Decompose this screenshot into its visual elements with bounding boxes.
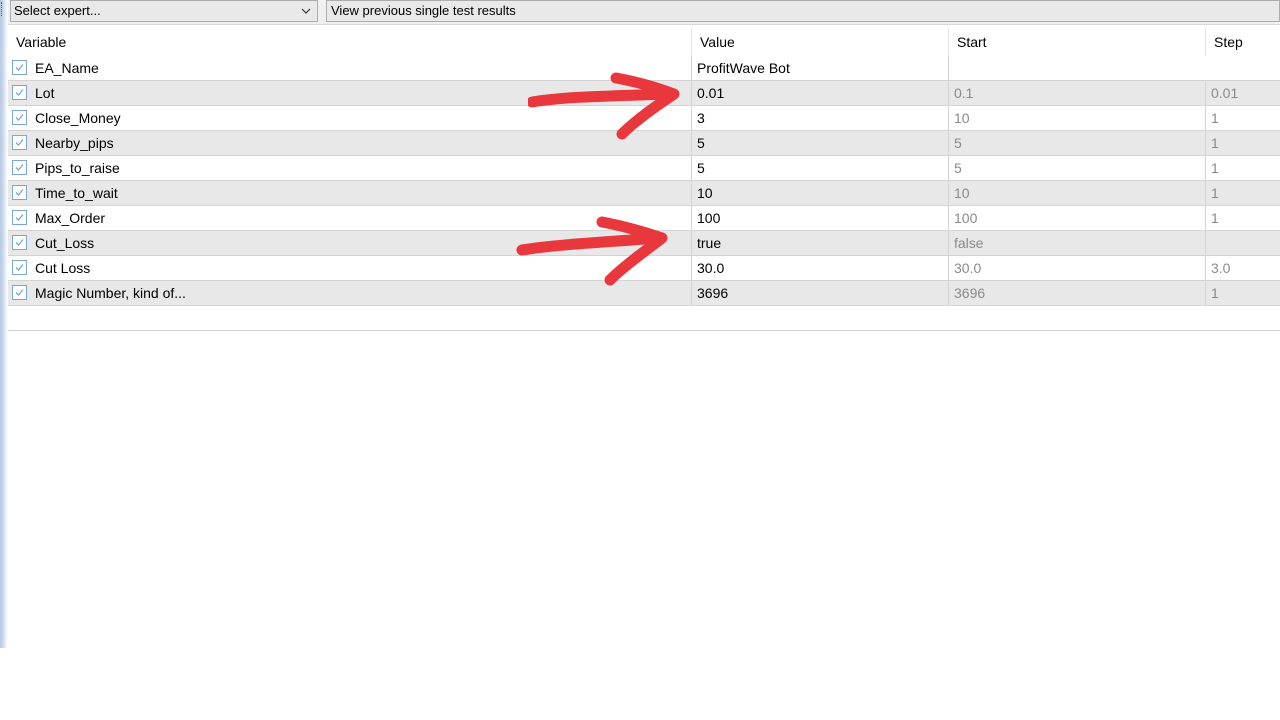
step-cell[interactable]: 1: [1206, 131, 1280, 155]
variable-cell[interactable]: Cut_Loss: [8, 231, 692, 255]
expert-select[interactable]: Select expert...: [10, 0, 318, 22]
table-row[interactable]: Cut Loss 30.0 30.0 3.0: [8, 256, 1280, 281]
table-row[interactable]: Time_to_wait 10 10 1: [8, 181, 1280, 206]
step-cell[interactable]: 1: [1206, 181, 1280, 205]
variable-name: Pips_to_raise: [35, 160, 120, 176]
variable-name: Max_Order: [35, 210, 106, 226]
variable-name: Cut Loss: [35, 260, 91, 276]
row-checkbox[interactable]: [12, 160, 27, 175]
start-cell[interactable]: 100: [949, 206, 1206, 230]
table-row[interactable]: Close_Money 3 10 1: [8, 106, 1280, 131]
column-header-variable[interactable]: Variable: [8, 28, 692, 56]
variable-cell[interactable]: Nearby_pips: [8, 131, 692, 155]
variable-cell[interactable]: Cut Loss: [8, 256, 692, 280]
table-row[interactable]: Magic Number, kind of... 3696 3696 1: [8, 281, 1280, 306]
view-previous-results-label: View previous single test results: [331, 3, 516, 18]
value-cell[interactable]: 10: [692, 181, 949, 205]
variable-cell[interactable]: Lot: [8, 81, 692, 105]
table-row[interactable]: EA_Name ProfitWave Bot: [8, 56, 1280, 81]
variable-name: Magic Number, kind of...: [35, 285, 186, 301]
tester-toolbar: Select expert... View previous single te…: [8, 0, 1280, 25]
value-cell[interactable]: 0.01: [692, 81, 949, 105]
variable-cell[interactable]: Close_Money: [8, 106, 692, 130]
row-checkbox[interactable]: [12, 285, 27, 300]
start-cell[interactable]: 5: [949, 156, 1206, 180]
value-cell[interactable]: 100: [692, 206, 949, 230]
variable-name: Close_Money: [35, 110, 121, 126]
step-cell[interactable]: 0.01: [1206, 81, 1280, 105]
variable-cell[interactable]: EA_Name: [8, 56, 692, 80]
row-checkbox[interactable]: [12, 110, 27, 125]
variable-name: Cut_Loss: [35, 235, 95, 251]
expert-select-label: Select expert...: [14, 3, 101, 18]
view-previous-results-button[interactable]: View previous single test results: [326, 0, 1280, 22]
step-cell[interactable]: 1: [1206, 206, 1280, 230]
variable-name: Lot: [35, 85, 55, 101]
row-checkbox[interactable]: [12, 235, 27, 250]
start-cell[interactable]: [949, 56, 1206, 80]
grid-header: Variable Value Start Step: [8, 28, 1280, 56]
variable-name: Time_to_wait: [35, 185, 118, 201]
step-cell[interactable]: 3.0: [1206, 256, 1280, 280]
column-header-start[interactable]: Start: [949, 28, 1206, 56]
variable-cell[interactable]: Magic Number, kind of...: [8, 281, 692, 305]
table-row[interactable]: Max_Order 100 100 1: [8, 206, 1280, 231]
start-cell[interactable]: 0.1: [949, 81, 1206, 105]
start-cell[interactable]: 10: [949, 106, 1206, 130]
start-cell[interactable]: 3696: [949, 281, 1206, 305]
value-cell[interactable]: 30.0: [692, 256, 949, 280]
value-cell[interactable]: 5: [692, 156, 949, 180]
grid-bottom-divider: [8, 330, 1280, 331]
step-cell[interactable]: [1206, 56, 1280, 80]
step-cell[interactable]: [1206, 231, 1280, 255]
start-cell[interactable]: 10: [949, 181, 1206, 205]
inputs-grid: Variable Value Start Step EA_Name Profit…: [8, 28, 1280, 306]
row-checkbox[interactable]: [12, 85, 27, 100]
start-cell[interactable]: false: [949, 231, 1206, 255]
row-checkbox[interactable]: [12, 210, 27, 225]
start-cell[interactable]: 30.0: [949, 256, 1206, 280]
strategy-tester-window: Select expert... View previous single te…: [0, 0, 1280, 648]
variable-name: EA_Name: [35, 60, 99, 76]
grid-rows: EA_Name ProfitWave Bot Lot 0.01 0.1 0.01…: [8, 56, 1280, 306]
value-cell[interactable]: 5: [692, 131, 949, 155]
value-cell[interactable]: ProfitWave Bot: [692, 56, 949, 80]
resize-grip[interactable]: [1, 2, 6, 16]
variable-cell[interactable]: Time_to_wait: [8, 181, 692, 205]
step-cell[interactable]: 1: [1206, 156, 1280, 180]
row-checkbox[interactable]: [12, 135, 27, 150]
row-checkbox[interactable]: [12, 260, 27, 275]
row-checkbox[interactable]: [12, 185, 27, 200]
start-cell[interactable]: 5: [949, 131, 1206, 155]
variable-name: Nearby_pips: [35, 135, 114, 151]
table-row[interactable]: Cut_Loss true false: [8, 231, 1280, 256]
column-header-value[interactable]: Value: [692, 28, 949, 56]
row-checkbox[interactable]: [12, 60, 27, 75]
window-left-border: [0, 0, 8, 648]
chevron-down-icon[interactable]: [299, 1, 313, 21]
table-row[interactable]: Nearby_pips 5 5 1: [8, 131, 1280, 156]
value-cell[interactable]: 3: [692, 106, 949, 130]
column-header-step[interactable]: Step: [1206, 28, 1280, 56]
step-cell[interactable]: 1: [1206, 106, 1280, 130]
table-row[interactable]: Pips_to_raise 5 5 1: [8, 156, 1280, 181]
value-cell[interactable]: 3696: [692, 281, 949, 305]
value-cell[interactable]: true: [692, 231, 949, 255]
variable-cell[interactable]: Pips_to_raise: [8, 156, 692, 180]
variable-cell[interactable]: Max_Order: [8, 206, 692, 230]
table-row[interactable]: Lot 0.01 0.1 0.01: [8, 81, 1280, 106]
step-cell[interactable]: 1: [1206, 281, 1280, 305]
